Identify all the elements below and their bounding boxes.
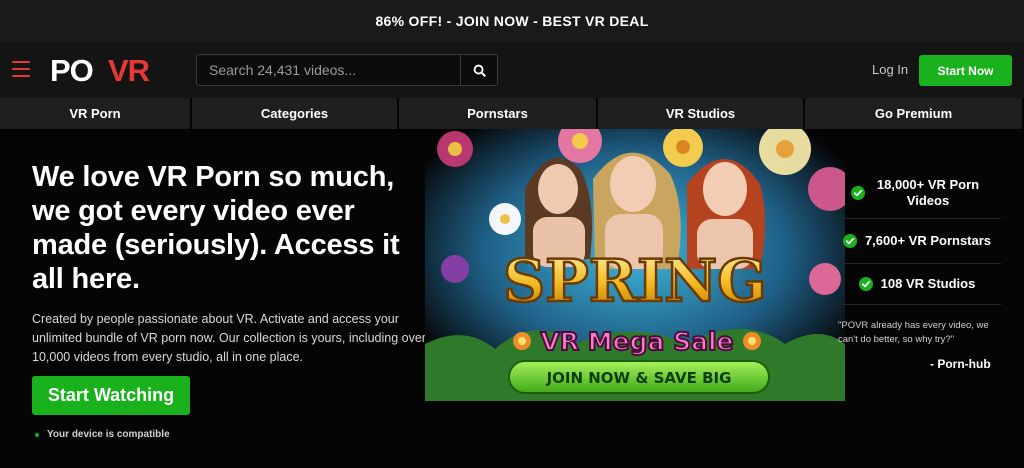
stat-label: 18,000+ VR Porn Videos (876, 177, 980, 208)
testimonial-quote: "POVR already has every video, we can't … (838, 320, 989, 345)
nav-pornstars[interactable]: Pornstars (399, 98, 596, 129)
check-circle-icon (842, 234, 857, 248)
spring-sale-banner[interactable]: SPRING VR Mega Sale JOIN NOW & SAVE BIG (425, 129, 845, 401)
svg-text:VR: VR (108, 55, 150, 85)
stat-item: 108 VR Studios (833, 264, 1001, 305)
hamburger-menu-icon[interactable] (12, 61, 30, 77)
start-watching-button[interactable]: Start Watching (32, 376, 190, 415)
stat-label: 7,600+ VR Pornstars (864, 233, 992, 248)
banner-join-button[interactable]: JOIN NOW & SAVE BIG (546, 369, 732, 387)
main-nav: VR Porn Categories Pornstars VR Studios … (0, 98, 1024, 129)
povr-logo[interactable]: PO VR (50, 55, 176, 85)
hero-headline: We love VR Porn so much, we got every vi… (32, 161, 400, 295)
compat-text: Your device is compatible (47, 429, 170, 440)
login-link[interactable]: Log In (872, 62, 908, 77)
search-button[interactable] (460, 55, 497, 85)
search-bar (196, 54, 498, 86)
testimonial-author: - Porn-hub (930, 357, 991, 371)
stats-list: 18,000+ VR Porn Videos 7,600+ VR Pornsta… (833, 168, 1001, 305)
stat-item: 18,000+ VR Porn Videos (833, 168, 1001, 219)
start-now-button[interactable]: Start Now (919, 55, 1012, 86)
status-dot-icon (35, 432, 39, 437)
check-circle-icon (858, 277, 873, 291)
check-circle-icon (851, 186, 865, 200)
nav-go-premium[interactable]: Go Premium (805, 98, 1022, 129)
hero-description: Created by people passionate about VR. A… (32, 312, 426, 364)
nav-vr-porn[interactable]: VR Porn (0, 98, 190, 129)
banner-subtitle: VR Mega Sale (540, 327, 733, 356)
stat-label: 108 VR Studios (880, 276, 976, 291)
banner-artwork: SPRING VR Mega Sale JOIN NOW & SAVE BIG (425, 129, 845, 401)
svg-text:PO: PO (50, 55, 93, 85)
promo-bar[interactable]: 86% OFF! - JOIN NOW - BEST VR DEAL (0, 0, 1024, 42)
search-icon (473, 64, 486, 77)
nav-categories[interactable]: Categories (192, 98, 397, 129)
search-input[interactable] (197, 55, 460, 85)
site-header: PO VR Log In Start Now (0, 42, 1024, 98)
hero-text: We love VR Porn so much, we got every vi… (32, 160, 432, 367)
stat-item: 7,600+ VR Pornstars (833, 219, 1001, 264)
device-compat: Your device is compatible (35, 429, 170, 440)
banner-title: SPRING (503, 247, 766, 315)
promo-text[interactable]: 86% OFF! - JOIN NOW - BEST VR DEAL (375, 13, 648, 29)
nav-vr-studios[interactable]: VR Studios (598, 98, 803, 129)
